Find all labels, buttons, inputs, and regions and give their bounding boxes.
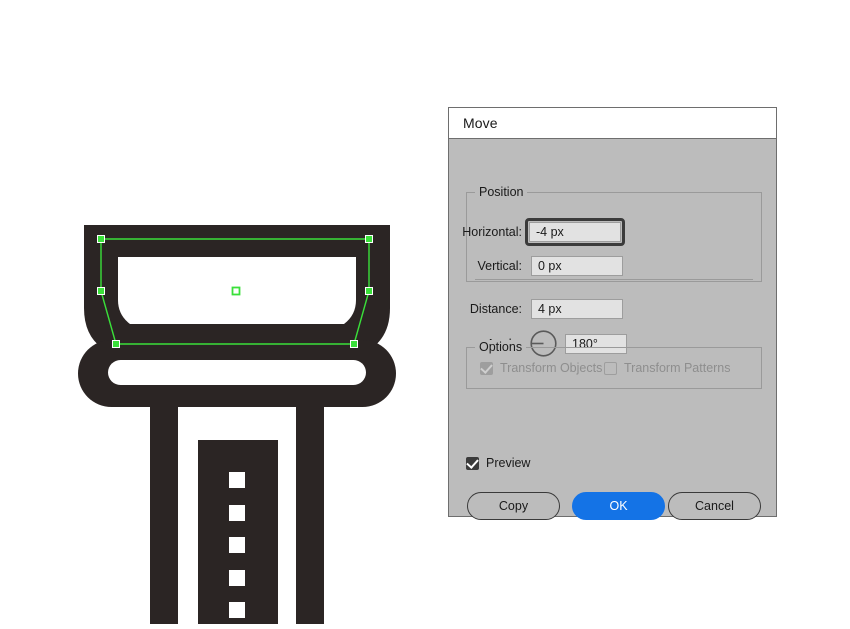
dialog-title: Move xyxy=(463,115,498,131)
vertical-label: Vertical: xyxy=(477,259,522,273)
distance-field-row: Distance: xyxy=(458,299,623,319)
dialog-titlebar[interactable]: Move xyxy=(449,108,776,139)
illustration-canvas[interactable] xyxy=(0,0,450,624)
ok-button[interactable]: OK xyxy=(572,492,665,520)
transform-patterns-checkbox xyxy=(604,361,617,375)
options-group-legend: Options xyxy=(475,340,527,354)
horizontal-field-row: Horizontal: xyxy=(458,218,625,246)
distance-label: Distance: xyxy=(469,302,522,316)
artwork-dark-shape[interactable] xyxy=(78,225,396,624)
move-dialog[interactable]: Move Position Horizontal: Vertical: Dist… xyxy=(448,107,777,520)
transform-objects-checkbox xyxy=(480,360,493,375)
horizontal-input[interactable] xyxy=(529,222,621,242)
checkmark-icon xyxy=(480,360,493,374)
horizontal-label: Horizontal: xyxy=(462,225,522,239)
horizontal-focus-ring xyxy=(525,218,625,246)
preview-label: Preview xyxy=(486,456,531,470)
dialog-button-bar: Copy OK Cancel xyxy=(449,492,776,522)
preview-checkbox[interactable] xyxy=(466,455,479,470)
preview-checkbox-row[interactable]: Preview xyxy=(466,455,531,470)
position-group-legend: Position xyxy=(475,185,528,199)
transform-patterns-label: Transform Patterns xyxy=(624,361,731,375)
vertical-input[interactable] xyxy=(531,256,623,276)
distance-input[interactable] xyxy=(531,299,623,319)
checkmark-icon xyxy=(466,455,479,469)
transform-patterns-checkbox-row: Transform Patterns xyxy=(604,361,731,375)
transform-objects-label: Transform Objects xyxy=(500,361,603,375)
cancel-button[interactable]: Cancel xyxy=(668,492,761,520)
position-divider xyxy=(475,279,753,280)
copy-button[interactable]: Copy xyxy=(467,492,560,520)
vertical-field-row: Vertical: xyxy=(458,256,623,276)
vector-artwork-svg xyxy=(78,225,396,624)
transform-objects-checkbox-row: Transform Objects xyxy=(480,360,603,375)
